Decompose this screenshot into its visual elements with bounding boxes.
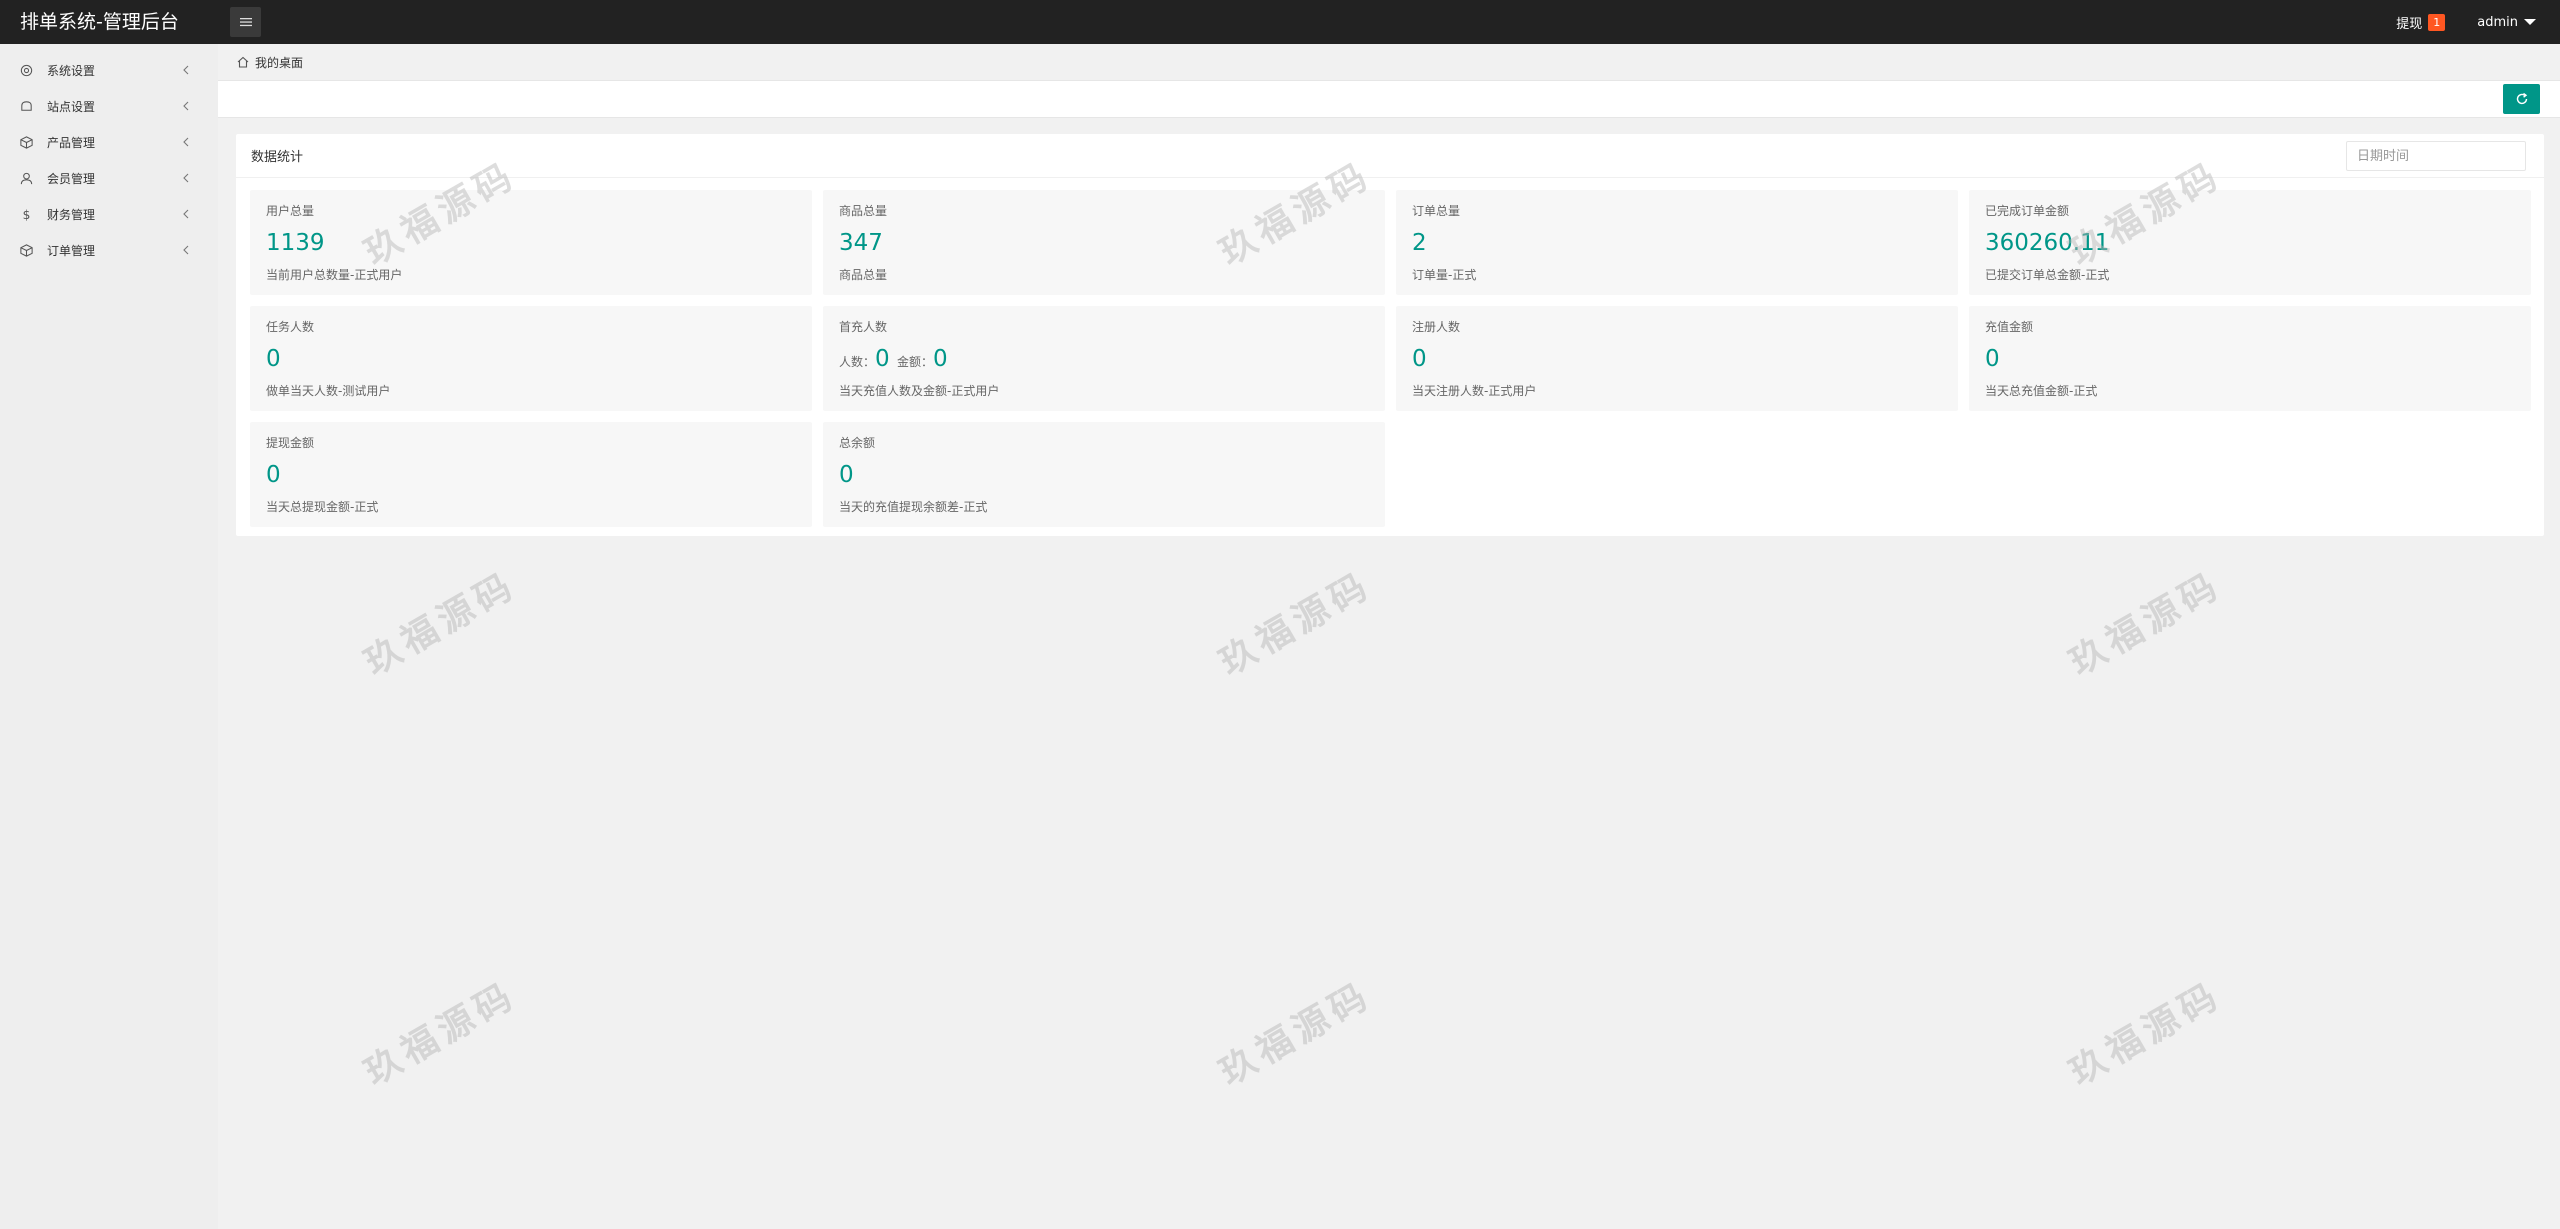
user-icon bbox=[20, 172, 32, 184]
stats-panel: 数据统计 用户总量 1139 当前用户总数量-正式用户 商品总量 347 商品总… bbox=[236, 134, 2544, 536]
stat-card-completed-order-amount: 已完成订单金额 360260.11 已提交订单总金额-正式 bbox=[1969, 190, 2531, 295]
sidebar-item-label: 系统设置 bbox=[47, 63, 96, 78]
withdraw-label: 提现 bbox=[2396, 16, 2423, 32]
stat-card-total-users: 用户总量 1139 当前用户总数量-正式用户 bbox=[250, 190, 812, 295]
refresh-icon bbox=[2516, 92, 2527, 105]
chevron-left-icon bbox=[183, 209, 189, 219]
stat-desc: 当天注册人数-正式用户 bbox=[1412, 384, 1537, 398]
home-icon bbox=[237, 56, 249, 68]
stat-card-registered-users: 注册人数 0 当天注册人数-正式用户 bbox=[1396, 306, 1958, 411]
caret-down-icon bbox=[2524, 19, 2536, 25]
stat-title: 已完成订单金额 bbox=[1985, 204, 2070, 218]
stat-desc: 当天总充值金额-正式 bbox=[1985, 384, 2098, 398]
user-menu[interactable]: admin bbox=[2477, 15, 2536, 30]
stat-desc: 当前用户总数量-正式用户 bbox=[266, 268, 403, 282]
stat-value: 1139 bbox=[266, 230, 325, 256]
stat-title: 总余额 bbox=[839, 436, 876, 450]
sidebar: 系统设置 站点设置 产品管理 会员管理 $ 财务管理 订单管理 bbox=[0, 44, 218, 1229]
site-icon bbox=[20, 100, 32, 111]
stat-card-total-balance: 总余额 0 当天的充值提现余额差-正式 bbox=[823, 422, 1385, 527]
box-icon bbox=[19, 135, 33, 149]
stat-desc: 做单当天人数-测试用户 bbox=[266, 384, 391, 398]
sidebar-item-member-management[interactable]: 会员管理 bbox=[0, 160, 218, 196]
stat-card-total-products: 商品总量 347 商品总量 bbox=[823, 190, 1385, 295]
stat-title: 任务人数 bbox=[266, 320, 315, 334]
chevron-left-icon bbox=[183, 65, 189, 75]
count-value: 0 bbox=[875, 346, 890, 372]
top-header: 排单系统-管理后台 提现 1 admin bbox=[0, 0, 2560, 44]
cube-icon bbox=[19, 243, 33, 257]
chevron-left-icon bbox=[183, 173, 189, 183]
sidebar-item-label: 财务管理 bbox=[47, 207, 96, 222]
count-label: 人数： bbox=[839, 355, 876, 369]
panel-title: 数据统计 bbox=[251, 150, 304, 165]
menu-toggle-button[interactable] bbox=[230, 7, 261, 37]
breadcrumb: 我的桌面 bbox=[218, 44, 2560, 80]
stat-card-withdraw-amount: 提现金额 0 当天总提现金额-正式 bbox=[250, 422, 812, 527]
stat-desc: 当天总提现金额-正式 bbox=[266, 500, 379, 514]
stat-card-recharge-amount: 充值金额 0 当天总充值金额-正式 bbox=[1969, 306, 2531, 411]
stat-value: 2 bbox=[1412, 230, 1427, 256]
sidebar-item-order-management[interactable]: 订单管理 bbox=[0, 232, 218, 268]
stat-desc: 当天的充值提现余额差-正式 bbox=[839, 500, 988, 514]
stat-title: 注册人数 bbox=[1412, 320, 1461, 334]
stat-title: 提现金额 bbox=[266, 436, 315, 450]
stat-value: 0 bbox=[1412, 346, 1427, 372]
stat-value: 0 bbox=[266, 462, 281, 488]
withdraw-link[interactable]: 提现 1 bbox=[2396, 13, 2446, 32]
stat-title: 充值金额 bbox=[1985, 320, 2034, 334]
refresh-button[interactable] bbox=[2503, 84, 2540, 114]
stat-title: 用户总量 bbox=[266, 204, 315, 218]
amount-label: 金额： bbox=[896, 355, 933, 369]
stat-title: 商品总量 bbox=[839, 204, 888, 218]
withdraw-badge: 1 bbox=[2428, 13, 2446, 31]
breadcrumb-home[interactable]: 我的桌面 bbox=[255, 54, 303, 71]
chevron-left-icon bbox=[183, 101, 189, 111]
stat-value: 人数：0 金额：0 bbox=[839, 340, 1369, 372]
amount-value: 0 bbox=[932, 346, 948, 372]
main-content: 我的桌面 数据统计 用户总量 1139 当前用户总数量-正式用户 商品总量 34… bbox=[218, 44, 2560, 1229]
sidebar-item-site-settings[interactable]: 站点设置 bbox=[0, 88, 218, 124]
stat-desc: 商品总量 bbox=[839, 268, 888, 282]
stat-value: 0 bbox=[266, 346, 281, 372]
toolbar bbox=[218, 80, 2560, 118]
stat-value: 347 bbox=[839, 230, 883, 256]
app-title: 排单系统-管理后台 bbox=[20, 11, 179, 33]
sidebar-item-label: 产品管理 bbox=[47, 135, 96, 150]
chevron-left-icon bbox=[183, 137, 189, 147]
date-time-input[interactable] bbox=[2346, 141, 2526, 171]
chevron-left-icon bbox=[183, 245, 189, 255]
gear-icon bbox=[20, 64, 32, 76]
svg-text:$: $ bbox=[22, 208, 30, 222]
stat-value: 360260.11 bbox=[1985, 230, 2110, 256]
stat-value: 0 bbox=[1985, 346, 2000, 372]
stat-card-total-orders: 订单总量 2 订单量-正式 bbox=[1396, 190, 1958, 295]
stat-title: 首充人数 bbox=[839, 320, 888, 334]
stat-desc: 已提交订单总金额-正式 bbox=[1985, 268, 2110, 282]
stat-desc: 订单量-正式 bbox=[1412, 268, 1477, 282]
stat-title: 订单总量 bbox=[1412, 204, 1461, 218]
stat-card-task-users: 任务人数 0 做单当天人数-测试用户 bbox=[250, 306, 812, 411]
user-name: admin bbox=[2477, 14, 2518, 30]
sidebar-item-product-management[interactable]: 产品管理 bbox=[0, 124, 218, 160]
hamburger-icon bbox=[239, 18, 252, 27]
stat-value: 0 bbox=[839, 462, 854, 488]
sidebar-item-label: 会员管理 bbox=[47, 171, 96, 186]
stat-card-first-recharge: 首充人数 人数：0 金额：0 当天充值人数及金额-正式用户 bbox=[823, 306, 1385, 411]
sidebar-item-label: 站点设置 bbox=[47, 99, 96, 114]
sidebar-item-finance-management[interactable]: $ 财务管理 bbox=[0, 196, 218, 232]
stat-desc: 当天充值人数及金额-正式用户 bbox=[839, 384, 1000, 398]
sidebar-item-system-settings[interactable]: 系统设置 bbox=[0, 52, 218, 88]
sidebar-item-label: 订单管理 bbox=[47, 243, 96, 258]
dollar-icon: $ bbox=[22, 208, 30, 222]
